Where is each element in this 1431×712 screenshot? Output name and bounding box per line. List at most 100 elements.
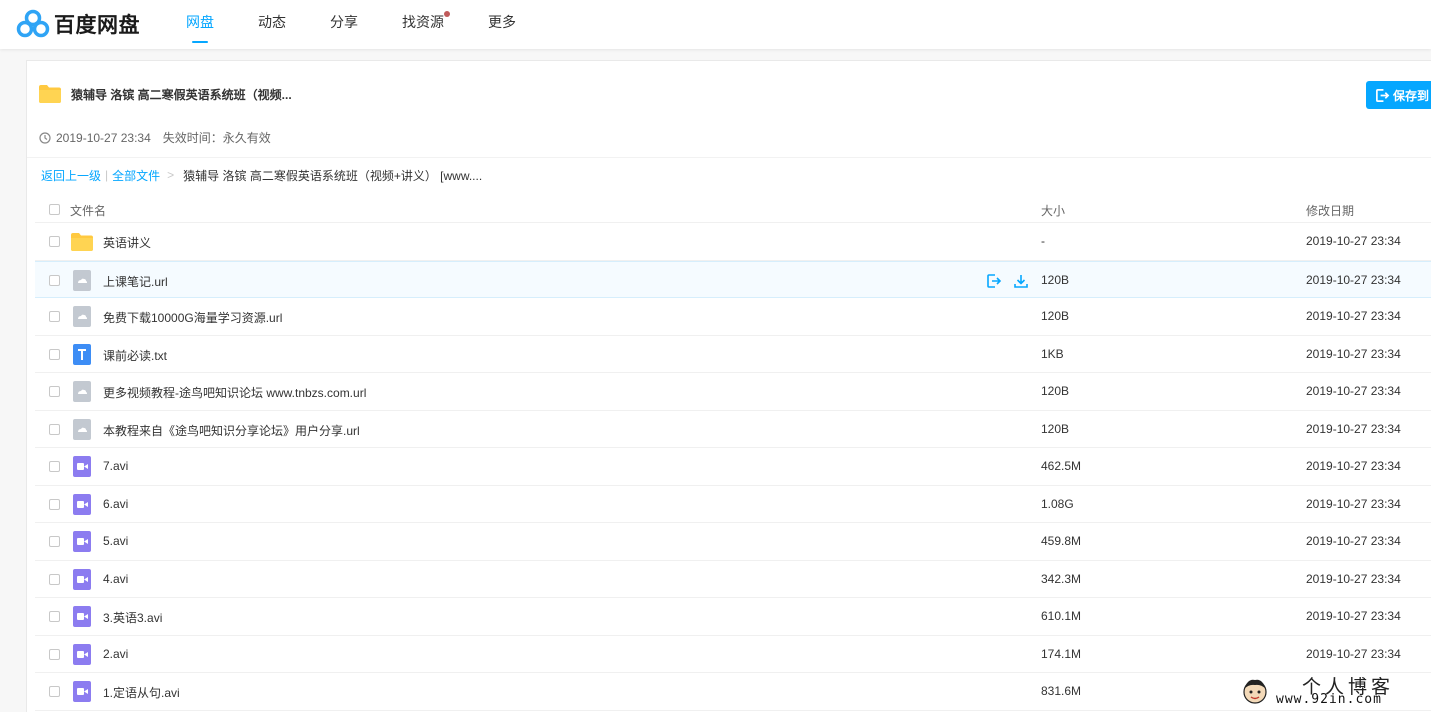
table-row[interactable]: 更多视频教程-途鸟吧知识论坛 www.tnbzs.com.url 120B 2019… xyxy=(35,373,1431,411)
table-row[interactable]: 课前必读.txt 1KB 2019-10-27 23:34 xyxy=(35,336,1431,373)
notification-dot xyxy=(444,11,450,17)
file-name[interactable]: 4.avi xyxy=(103,572,128,586)
file-date: 2019-10-27 23:34 xyxy=(1306,234,1401,248)
file-name[interactable]: 本教程来自《途鸟吧知识分享论坛》用户分享.url xyxy=(103,422,360,439)
cloud-logo-icon xyxy=(16,9,50,38)
nav-tab-more[interactable]: 更多 xyxy=(488,0,516,49)
save-button-label: 保存到 xyxy=(1393,88,1430,103)
row-checkbox[interactable] xyxy=(49,611,60,622)
cartoon-face-icon xyxy=(1243,679,1267,704)
table-row[interactable]: 英语讲义 - 2019-10-27 23:34 xyxy=(35,223,1431,261)
file-size: 1KB xyxy=(1041,346,1064,361)
file-name[interactable]: 1.定语从句.avi xyxy=(103,684,180,701)
file-name[interactable]: 5.avi xyxy=(103,534,128,548)
column-header-size[interactable]: 大小 xyxy=(1041,202,1065,219)
share-meta: 2019-10-27 23:34 失效时间：永久有效 xyxy=(39,129,271,146)
column-header-name[interactable]: 文件名 xyxy=(70,202,106,219)
main-nav: 网盘 动态 分享 找资源 更多 xyxy=(186,0,516,49)
table-row[interactable]: 5.avi 459.8M 2019-10-27 23:34 xyxy=(35,523,1431,561)
folder-icon xyxy=(39,85,61,103)
share-title: 猿辅导 洛镔 高二寒假英语系统班（视频... xyxy=(71,87,292,102)
watermark-url: www.92in.com xyxy=(1276,692,1382,707)
file-size: 610.1M xyxy=(1041,609,1082,623)
row-checkbox[interactable] xyxy=(49,236,60,247)
nav-tab-activity[interactable]: 动态 xyxy=(258,0,286,49)
video-file-icon xyxy=(71,568,93,590)
row-checkbox[interactable] xyxy=(49,274,60,286)
download-icon[interactable] xyxy=(1013,273,1029,289)
file-date: 2019-10-27 23:34 xyxy=(1306,421,1401,436)
row-checkbox[interactable] xyxy=(49,686,60,697)
video-file-icon xyxy=(71,681,93,702)
file-name[interactable]: 2.avi xyxy=(103,647,128,661)
url-file-icon xyxy=(71,269,93,291)
share-created-time: 2019-10-27 23:34 xyxy=(56,130,151,145)
file-name[interactable]: 7.avi xyxy=(103,459,128,473)
folder-icon xyxy=(71,231,93,252)
file-name[interactable]: 更多视频教程-途鸟吧知识论坛 www.tnbzs.com.url xyxy=(103,384,366,401)
video-file-icon xyxy=(71,531,93,552)
file-size: 459.8M xyxy=(1041,534,1082,548)
table-row[interactable]: 2.avi 174.1M 2019-10-27 23:34 xyxy=(35,636,1431,673)
nav-tab-share[interactable]: 分享 xyxy=(330,0,358,49)
row-checkbox[interactable] xyxy=(49,648,60,660)
file-size: 120B xyxy=(1041,272,1070,287)
row-checkbox[interactable] xyxy=(49,311,60,322)
save-file-icon[interactable] xyxy=(986,273,1002,289)
table-row[interactable]: 7.avi 462.5M 2019-10-27 23:34 xyxy=(35,448,1431,486)
breadcrumb-arrow: > xyxy=(167,168,175,182)
file-date: 2019-10-27 23:34 xyxy=(1306,571,1401,586)
file-name[interactable]: 免费下载10000G海量学习资源.url xyxy=(103,309,282,326)
file-name[interactable]: 6.avi xyxy=(103,497,128,511)
file-size: 174.1M xyxy=(1041,646,1082,661)
file-date: 2019-10-27 23:34 xyxy=(1306,384,1401,398)
row-checkbox[interactable] xyxy=(49,498,60,510)
nav-tab-netdisk[interactable]: 网盘 xyxy=(186,0,214,49)
file-size: 1.08G xyxy=(1041,496,1074,511)
file-name[interactable]: 3.英语3.avi xyxy=(103,609,162,626)
table-row[interactable]: 4.avi 342.3M 2019-10-27 23:34 xyxy=(35,561,1431,598)
file-size: 120B xyxy=(1041,384,1070,398)
breadcrumb: 返回上一级 | 全部文件 > 猿辅导 洛镔 高二寒假英语系统班（视频+讲义） [… xyxy=(41,167,482,183)
breadcrumb-all-files-link[interactable]: 全部文件 xyxy=(112,167,160,184)
breadcrumb-back-link[interactable]: 返回上一级 xyxy=(41,167,101,184)
row-checkbox[interactable] xyxy=(49,573,60,585)
video-file-icon xyxy=(71,456,93,477)
brand-name: 百度网盘 xyxy=(54,14,140,37)
file-size: 120B xyxy=(1041,421,1070,436)
row-checkbox[interactable] xyxy=(49,348,60,360)
file-size: 831.6M xyxy=(1041,684,1082,698)
nav-tab-find-resources[interactable]: 找资源 xyxy=(402,0,450,49)
table-header: 文件名 大小 修改日期 xyxy=(35,196,1431,223)
watermark: 个人博客 www.92in.com xyxy=(1238,672,1428,710)
file-date: 2019-10-27 23:34 xyxy=(1306,346,1401,361)
file-name[interactable]: 英语讲义 xyxy=(103,234,151,251)
file-list: 英语讲义 - 2019-10-27 23:34 上课笔记.url 120B 2019-10… xyxy=(35,223,1431,711)
table-row[interactable]: 本教程来自《途鸟吧知识分享论坛》用户分享.url 120B 2019-10-27 2… xyxy=(35,411,1431,448)
share-expiry: 失效时间：永久有效 xyxy=(162,131,271,145)
video-file-icon xyxy=(71,606,93,627)
file-name[interactable]: 上课笔记.url xyxy=(103,273,168,290)
clock-icon xyxy=(39,131,51,144)
table-row[interactable]: 3.英语3.avi 610.1M 2019-10-27 23:34 xyxy=(35,598,1431,636)
table-row[interactable]: 6.avi 1.08G 2019-10-27 23:34 xyxy=(35,486,1431,523)
save-to-netdisk-button[interactable]: 保存到 xyxy=(1366,81,1431,109)
table-row[interactable]: 上课笔记.url 120B 2019-10-27 23:34 xyxy=(35,260,1431,298)
breadcrumb-current: 猿辅导 洛镔 高二寒假英语系统班（视频+讲义） [www.... xyxy=(183,168,483,183)
save-icon xyxy=(1376,88,1390,102)
baidu-netdisk-logo[interactable]: 百度网盘 xyxy=(16,8,140,40)
row-checkbox[interactable] xyxy=(49,461,60,472)
table-row[interactable]: 免费下载10000G海量学习资源.url 120B 2019-10-27 23:34 xyxy=(35,298,1431,336)
share-header: 猿辅导 洛镔 高二寒假英语系统班（视频... xyxy=(39,85,292,103)
row-checkbox[interactable] xyxy=(49,536,60,547)
file-date: 2019-10-27 23:34 xyxy=(1306,459,1401,473)
file-date: 2019-10-27 23:34 xyxy=(1306,609,1401,623)
column-header-date[interactable]: 修改日期 xyxy=(1306,202,1354,219)
url-file-icon xyxy=(71,306,93,327)
row-checkbox[interactable] xyxy=(49,386,60,397)
select-all-checkbox[interactable] xyxy=(49,204,60,215)
divider xyxy=(27,157,1431,158)
file-name[interactable]: 课前必读.txt xyxy=(103,347,167,364)
row-checkbox[interactable] xyxy=(49,423,60,435)
table-row[interactable]: 1.定语从句.avi 831.6M xyxy=(35,673,1431,711)
